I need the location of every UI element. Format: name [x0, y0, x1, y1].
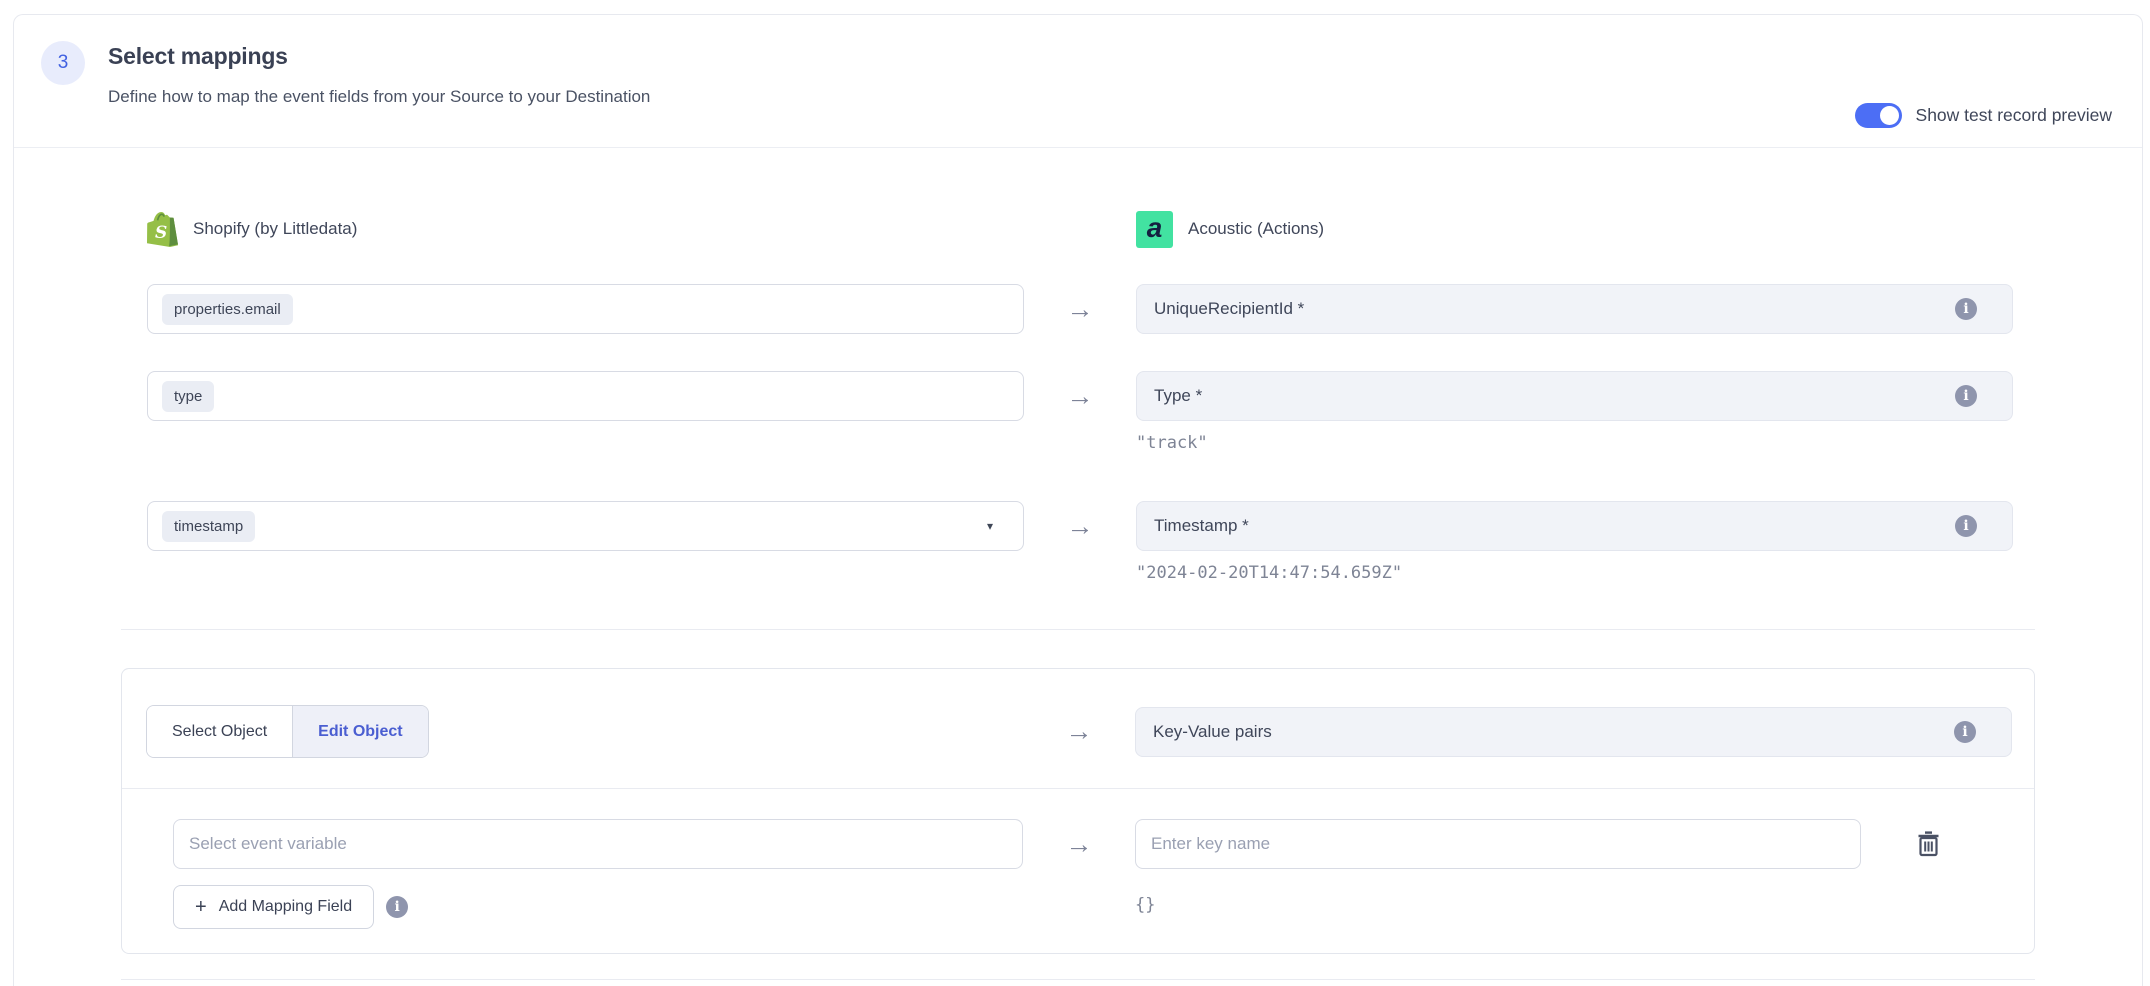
tab-edit-object[interactable]: Edit Object: [292, 706, 427, 757]
page-subtitle: Define how to map the event fields from …: [108, 87, 650, 107]
object-preview-value: {}: [1135, 895, 1155, 915]
mapping-row: timestamp ▾ → Timestamp * i: [14, 501, 2142, 551]
shopify-icon-letter: S: [155, 223, 167, 243]
arrow-right-icon: →: [1066, 716, 1093, 746]
source-field-pill[interactable]: timestamp: [162, 511, 255, 542]
source-field-input[interactable]: timestamp ▾: [147, 501, 1024, 551]
source-field-input[interactable]: properties.email: [147, 284, 1024, 334]
divider: [121, 979, 2035, 980]
add-mapping-row: + Add Mapping Field i {}: [122, 869, 2034, 953]
info-icon[interactable]: i: [386, 896, 408, 918]
destination-field-label: Key-Value pairs: [1153, 722, 1272, 742]
step-number-badge: 3: [41, 41, 85, 85]
add-mapping-field-button[interactable]: + Add Mapping Field: [173, 885, 374, 929]
header-texts: Select mappings Define how to map the ev…: [108, 41, 650, 147]
info-icon[interactable]: i: [1954, 721, 1976, 743]
source-field-pill[interactable]: properties.email: [162, 294, 293, 325]
object-editor-panel: Select Object Edit Object → Key-Value pa…: [121, 668, 2035, 954]
plus-icon: +: [195, 896, 207, 919]
test-record-preview-value: "2024-02-20T14:47:54.659Z": [1136, 563, 1402, 583]
info-icon[interactable]: i: [1955, 298, 1977, 320]
mapping-row: type → Type * i: [14, 371, 2142, 421]
destination-field-label: Timestamp *: [1154, 516, 1249, 536]
test-record-preview-toggle-group: Show test record preview: [1855, 103, 2112, 128]
event-variable-input[interactable]: [173, 819, 1023, 869]
destination-field: UniqueRecipientId * i: [1136, 284, 2013, 334]
page-title: Select mappings: [108, 43, 650, 70]
source-field-pill[interactable]: type: [162, 381, 214, 412]
toggle-knob: [1880, 106, 1899, 125]
arrow-right-icon: →: [1067, 294, 1094, 324]
source-field-input[interactable]: type: [147, 371, 1024, 421]
key-name-input[interactable]: [1135, 819, 1861, 869]
toggle-label: Show test record preview: [1916, 105, 2112, 126]
test-record-preview-value: "track": [1136, 433, 1208, 453]
destination-field: Type * i: [1136, 371, 2013, 421]
delete-row-button[interactable]: [1917, 831, 1940, 857]
destination-field-label: UniqueRecipientId *: [1154, 299, 1304, 319]
mappings-page: 3 Select mappings Define how to map the …: [0, 0, 2150, 986]
caret-down-icon[interactable]: ▾: [987, 519, 993, 533]
add-mapping-field-label: Add Mapping Field: [219, 898, 352, 916]
tab-select-object[interactable]: Select Object: [147, 706, 292, 757]
info-icon[interactable]: i: [1955, 515, 1977, 537]
object-editor-header-row: Select Object Edit Object → Key-Value pa…: [122, 669, 2034, 788]
destination-connector: a Acoustic (Actions): [1136, 211, 1324, 248]
source-header: S Shopify (by Littledata): [147, 211, 1024, 247]
card-header: 3 Select mappings Define how to map the …: [14, 15, 2142, 148]
key-value-row: →: [122, 789, 2034, 869]
mappings-card: 3 Select mappings Define how to map the …: [13, 14, 2143, 986]
info-icon[interactable]: i: [1955, 385, 1977, 407]
source-name: Shopify (by Littledata): [193, 219, 357, 239]
destination-field-label: Type *: [1154, 386, 1202, 406]
connector-header-row: S Shopify (by Littledata) a Acoustic (Ac…: [14, 209, 2142, 249]
destination-field: Timestamp * i: [1136, 501, 2013, 551]
trash-icon: [1917, 831, 1940, 857]
destination-header: a Acoustic (Actions): [1136, 211, 2013, 248]
arrow-right-icon: →: [1067, 381, 1094, 411]
preview-row: "track": [14, 433, 2142, 458]
divider: [121, 629, 2035, 630]
acoustic-icon: a: [1136, 211, 1173, 248]
mapping-row: properties.email → UniqueRecipientId * i: [14, 284, 2142, 334]
shopify-bag-icon: S: [147, 211, 178, 247]
arrow-right-icon: →: [1067, 511, 1094, 541]
arrow-right-icon: →: [1066, 829, 1093, 859]
destination-name: Acoustic (Actions): [1188, 219, 1324, 239]
preview-row: "2024-02-20T14:47:54.659Z": [14, 563, 2142, 588]
show-test-record-preview-toggle[interactable]: [1855, 103, 1902, 128]
object-mode-segmented-control: Select Object Edit Object: [146, 705, 429, 758]
source-connector: S Shopify (by Littledata): [147, 211, 357, 247]
destination-field: Key-Value pairs i: [1135, 707, 2012, 757]
